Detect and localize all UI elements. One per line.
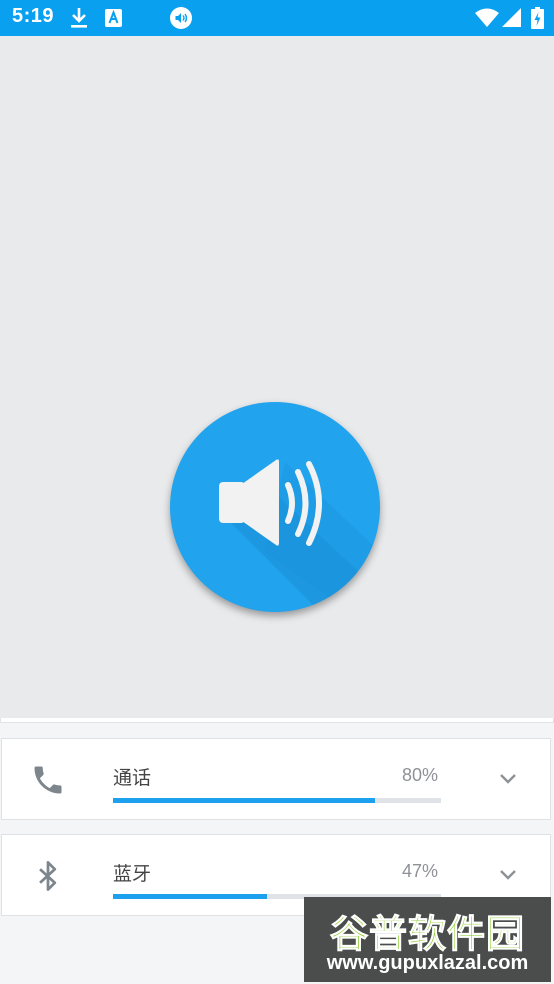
hero-area <box>0 36 554 718</box>
stream-percent: 47% <box>401 861 438 881</box>
a-badge-icon <box>105 9 122 31</box>
wifi-icon <box>475 8 499 31</box>
volume-slider-fill <box>113 798 376 803</box>
watermark-url: www.gupuxlazal.com <box>326 952 529 974</box>
status-time: 5:19 <box>12 5 55 27</box>
stream-label: 蓝牙 <box>113 863 152 885</box>
battery-charging-icon <box>531 7 544 33</box>
stream-percent: 80% <box>401 765 438 785</box>
stream-card-call[interactable]: 通话 80% <box>1 738 551 820</box>
stream-label: 通话 <box>113 767 152 789</box>
volume-slider-call[interactable] <box>113 798 441 803</box>
bluetooth-icon <box>34 859 62 897</box>
volume-slider-fill <box>113 894 268 899</box>
signal-icon <box>502 8 521 31</box>
speaker-volume-icon[interactable] <box>170 402 380 612</box>
list-top-edge <box>0 718 554 723</box>
chevron-down-icon[interactable] <box>498 867 518 886</box>
watermark: 谷普软件园 www.gupuxlazal.com <box>304 897 551 982</box>
status-bar: 5:19 <box>0 0 554 36</box>
download-icon <box>70 7 88 33</box>
phone-icon <box>30 762 66 802</box>
watermark-title: 谷普软件园 <box>329 912 525 957</box>
volume-notification-icon <box>170 7 192 33</box>
chevron-down-icon[interactable] <box>498 771 518 790</box>
